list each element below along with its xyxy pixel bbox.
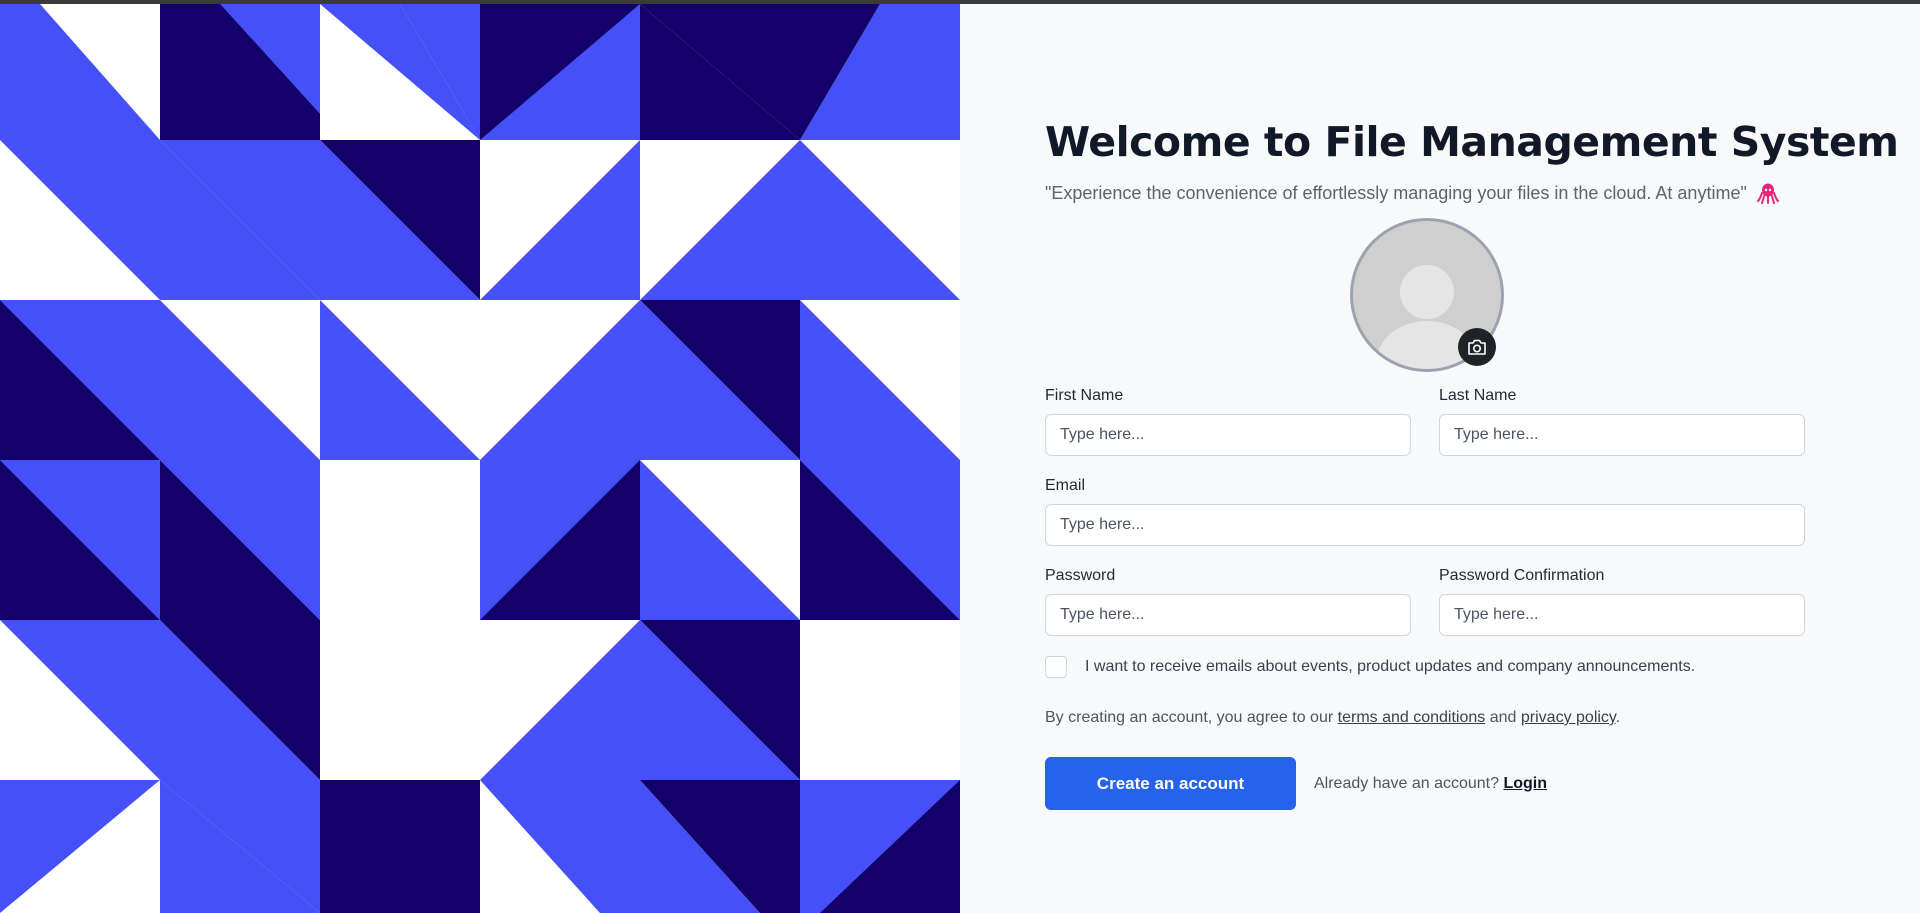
first-name-input[interactable]: [1045, 414, 1411, 456]
last-name-input[interactable]: [1439, 414, 1805, 456]
password-confirmation-input[interactable]: [1439, 594, 1805, 636]
page-subtitle: "Experience the convenience of effortles…: [1045, 180, 1805, 206]
camera-icon: [1468, 339, 1486, 355]
name-row: First Name Last Name: [1045, 386, 1805, 456]
password-confirmation-group: Password Confirmation: [1439, 566, 1805, 636]
login-link[interactable]: Login: [1503, 775, 1547, 792]
newsletter-label: I want to receive emails about events, p…: [1085, 658, 1696, 675]
create-account-button[interactable]: Create an account: [1045, 757, 1296, 810]
terms-prefix: By creating an account, you agree to our: [1045, 709, 1334, 726]
form-actions: Create an account Already have an accoun…: [1045, 757, 1805, 810]
signup-panel: Welcome to File Management System "Exper…: [960, 4, 1920, 913]
last-name-label: Last Name: [1439, 387, 1517, 404]
subtitle-text: "Experience the convenience of effortles…: [1045, 183, 1747, 203]
password-row: Password Password Confirmation: [1045, 566, 1805, 636]
octopus-icon: [1756, 182, 1779, 204]
avatar-uploader: [1350, 218, 1504, 372]
last-name-group: Last Name: [1439, 386, 1805, 456]
password-confirmation-label: Password Confirmation: [1439, 567, 1605, 584]
signup-form: First Name Last Name Email Password: [1045, 386, 1805, 810]
newsletter-checkbox[interactable]: [1045, 656, 1067, 678]
password-label: Password: [1045, 567, 1116, 584]
email-group: Email: [1045, 476, 1805, 546]
email-input[interactable]: [1045, 504, 1805, 546]
privacy-link[interactable]: privacy policy: [1521, 709, 1616, 726]
password-group: Password: [1045, 566, 1411, 636]
email-label: Email: [1045, 477, 1086, 494]
email-row: Email: [1045, 476, 1805, 546]
signup-content: Welcome to File Management System "Exper…: [1045, 114, 1899, 810]
password-input[interactable]: [1045, 594, 1411, 636]
terms-suffix: .: [1615, 709, 1621, 726]
login-prompt: Already have an account? Login: [1314, 775, 1547, 793]
terms-notice: By creating an account, you agree to our…: [1045, 708, 1805, 728]
upload-avatar-button[interactable]: [1458, 328, 1496, 366]
newsletter-row: I want to receive emails about events, p…: [1045, 656, 1805, 678]
avatar-head-shape: [1400, 265, 1454, 319]
first-name-group: First Name: [1045, 386, 1411, 456]
geometric-pattern-graphic: [0, 4, 960, 913]
decorative-pattern: [0, 4, 960, 913]
login-prompt-text: Already have an account?: [1314, 774, 1500, 792]
terms-link[interactable]: terms and conditions: [1338, 709, 1486, 726]
first-name-label: First Name: [1045, 387, 1124, 404]
terms-and: and: [1489, 709, 1517, 726]
page-title: Welcome to File Management System: [1045, 118, 1899, 166]
